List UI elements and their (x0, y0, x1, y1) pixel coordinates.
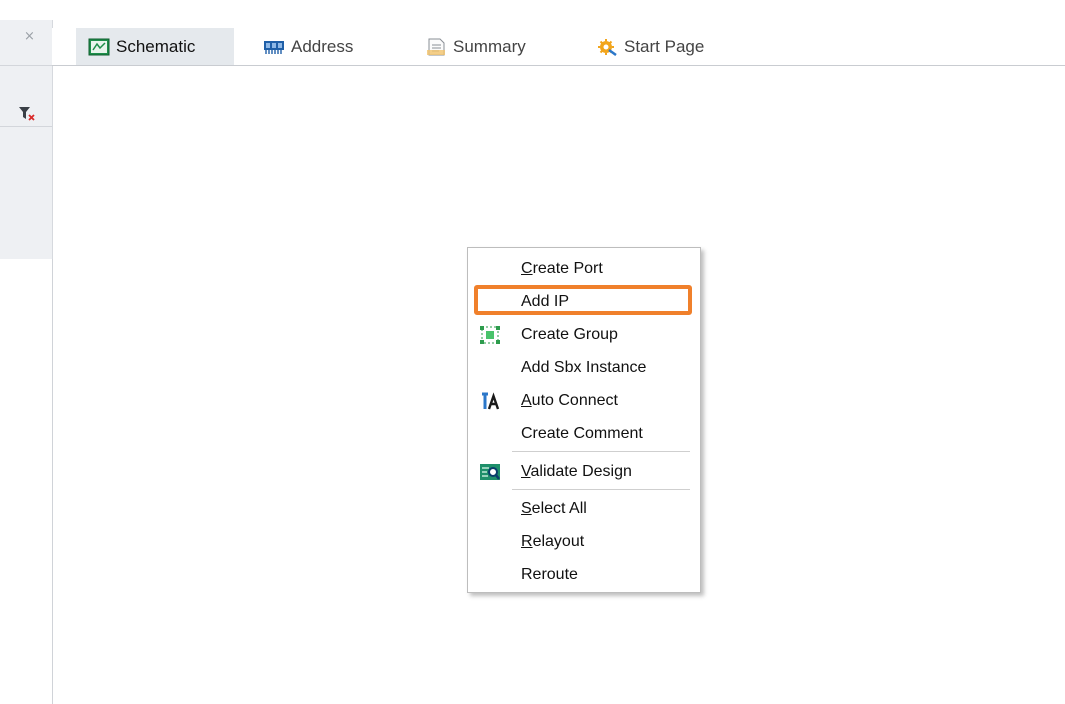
menu-item-create-group[interactable]: Create Group (468, 321, 700, 349)
context-menu: Create Port Add IP Create Group Add Sbx … (467, 247, 701, 593)
mnemonic-letter: C (521, 260, 533, 277)
tab-summary[interactable]: Summary (425, 28, 555, 65)
auto-connect-icon (482, 392, 500, 410)
menu-item-label: uto Connect (531, 392, 618, 409)
menu-item-label: Add IP (521, 293, 570, 310)
tab-label: Start Page (624, 36, 705, 56)
canvas-left-border (52, 259, 53, 704)
validate-design-icon (480, 464, 500, 480)
window-top-strip (0, 0, 1065, 20)
menu-item-label: elayout (532, 533, 585, 550)
menu-item-auto-connect[interactable]: Auto Connect (468, 387, 700, 415)
menu-item-validate-design[interactable]: Validate Design (468, 458, 700, 486)
tab-start-page[interactable]: Start Page (596, 28, 736, 65)
menu-item-label: elect All (531, 500, 587, 517)
menu-item-create-port[interactable]: Create Port (468, 255, 700, 283)
menu-item-add-sbx-instance[interactable]: Add Sbx Instance (468, 354, 700, 382)
clear-filter-icon[interactable] (18, 106, 36, 122)
menu-item-label: reate Port (532, 260, 603, 277)
menu-item-label: Add Sbx Instance (521, 359, 647, 376)
menu-item-label: Create Comment (521, 425, 643, 442)
tab-schematic[interactable]: Schematic (76, 28, 234, 65)
menu-item-relayout[interactable]: Relayout (468, 528, 700, 556)
menu-item-select-all[interactable]: Select All (468, 495, 700, 523)
group-icon (480, 326, 500, 344)
gear-wrench-icon (598, 38, 617, 56)
tab-address[interactable]: Address (263, 28, 383, 65)
panel-divider (0, 126, 52, 127)
schematic-icon (88, 38, 110, 55)
menu-item-add-ip[interactable]: Add IP (468, 288, 700, 316)
editor-tab-bar: Schematic Address Summary Start Page (52, 28, 1065, 66)
menu-item-reroute[interactable]: Reroute (468, 561, 700, 589)
left-side-panel: × (0, 20, 53, 259)
menu-item-label: alidate Design (530, 463, 632, 480)
menu-separator (512, 451, 690, 452)
menu-item-label: Create Group (521, 326, 618, 343)
memory-chip-icon (264, 40, 284, 54)
close-icon[interactable]: × (24, 29, 35, 44)
mnemonic-letter: A (521, 392, 532, 409)
tab-label: Schematic (116, 36, 196, 56)
menu-item-create-comment[interactable]: Create Comment (468, 420, 700, 448)
mnemonic-letter: S (521, 500, 532, 517)
menu-item-label: Reroute (521, 566, 578, 583)
tab-label: Address (291, 36, 354, 56)
mnemonic-letter: R (521, 533, 533, 550)
document-icon (427, 38, 445, 55)
tab-label: Summary (453, 36, 526, 56)
panel-divider (0, 65, 52, 66)
menu-separator (512, 489, 690, 490)
